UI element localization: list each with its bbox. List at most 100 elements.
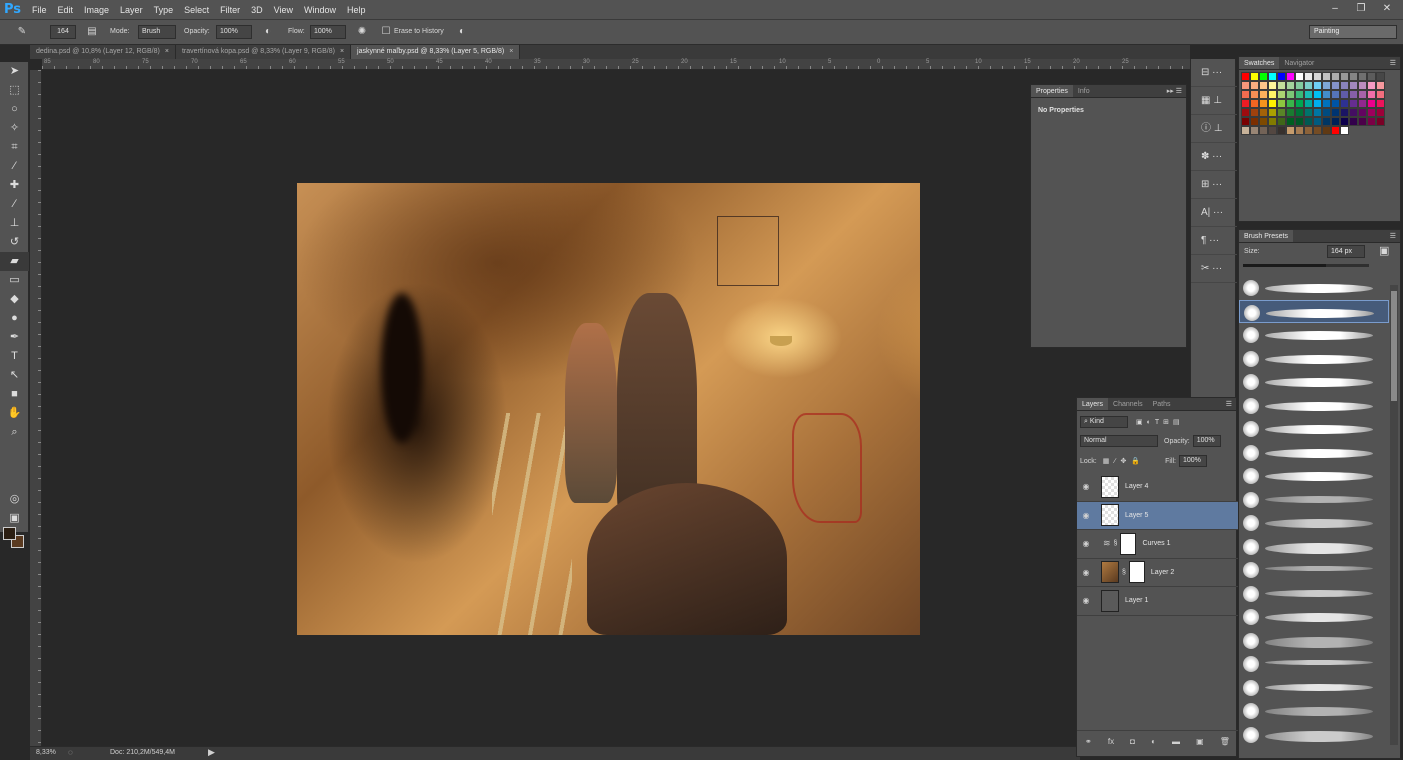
- swatch[interactable]: [1286, 108, 1295, 117]
- swatch[interactable]: [1358, 117, 1367, 126]
- zoom-level[interactable]: 8,33%: [36, 749, 56, 756]
- menu-filter[interactable]: Filter: [220, 5, 240, 15]
- swatch[interactable]: [1322, 72, 1331, 81]
- swatch[interactable]: [1331, 99, 1340, 108]
- swatch[interactable]: [1358, 72, 1367, 81]
- screen-mode-icon[interactable]: ▣: [0, 509, 29, 528]
- layer-mask-thumbnail[interactable]: [1120, 532, 1137, 555]
- swatch[interactable]: [1241, 117, 1250, 126]
- hand-tool-icon[interactable]: ✋: [0, 404, 29, 423]
- swatch[interactable]: [1349, 72, 1358, 81]
- swatch[interactable]: [1259, 117, 1268, 126]
- document-tab[interactable]: dedina.psd @ 10,8% (Layer 12, RGB/8) ×: [30, 45, 176, 59]
- swatch[interactable]: [1349, 99, 1358, 108]
- document-tab[interactable]: travertínová kopa.psd @ 8,33% (Layer 9, …: [175, 45, 352, 59]
- menu-help[interactable]: Help: [347, 5, 366, 15]
- eraser-tool-icon[interactable]: ▰: [0, 252, 29, 271]
- swatch[interactable]: [1241, 99, 1250, 108]
- swatch[interactable]: [1304, 99, 1313, 108]
- swatch[interactable]: [1340, 72, 1349, 81]
- quick-mask-icon[interactable]: ◎: [0, 490, 29, 509]
- brush-size-slider[interactable]: [1243, 264, 1369, 267]
- panel-menu-icon[interactable]: ☰: [1226, 398, 1236, 410]
- pressure-size-icon[interactable]: ◐: [454, 25, 470, 39]
- swatch[interactable]: [1304, 117, 1313, 126]
- swatch[interactable]: [1313, 72, 1322, 81]
- paragraph-icon[interactable]: ¶ ···: [1191, 227, 1237, 255]
- restore-button[interactable]: ❐: [1351, 2, 1371, 16]
- rectangle-tool-icon[interactable]: ■: [0, 385, 29, 404]
- marquee-tool-icon[interactable]: ⬚: [0, 81, 29, 100]
- brush-preset-selected[interactable]: [1239, 299, 1389, 323]
- brush-preset[interactable]: [1239, 488, 1389, 512]
- airbrush-icon[interactable]: ✺: [354, 25, 370, 39]
- layer-row[interactable]: ◉ Layer 1: [1077, 587, 1238, 616]
- brush-preset[interactable]: [1239, 323, 1389, 347]
- menu-image[interactable]: Image: [84, 5, 109, 15]
- swatch[interactable]: [1304, 108, 1313, 117]
- clone-stamp-tool-icon[interactable]: ⊥: [0, 214, 29, 233]
- swatch[interactable]: [1250, 81, 1259, 90]
- add-mask-icon[interactable]: ◘: [1130, 737, 1135, 746]
- brush-preset-picker[interactable]: 164: [50, 25, 76, 39]
- adjustment-layer-icon[interactable]: ◐: [1151, 737, 1156, 746]
- swatch[interactable]: [1286, 72, 1295, 81]
- swatch[interactable]: [1268, 81, 1277, 90]
- menu-edit[interactable]: Edit: [58, 5, 74, 15]
- swatch[interactable]: [1322, 117, 1331, 126]
- close-tab-icon[interactable]: ×: [509, 48, 513, 55]
- swatch[interactable]: [1241, 108, 1250, 117]
- close-tab-icon[interactable]: ×: [340, 48, 344, 55]
- tab-properties[interactable]: Properties: [1031, 85, 1073, 97]
- close-tab-icon[interactable]: ×: [165, 48, 169, 55]
- swatch[interactable]: [1376, 99, 1385, 108]
- swatch[interactable]: [1295, 126, 1304, 135]
- blend-mode-select[interactable]: Normal: [1080, 435, 1158, 447]
- swatch[interactable]: [1322, 99, 1331, 108]
- swatch[interactable]: [1322, 108, 1331, 117]
- brush-preset[interactable]: [1239, 676, 1389, 700]
- swatch[interactable]: [1367, 117, 1376, 126]
- swatch[interactable]: [1268, 117, 1277, 126]
- link-layers-icon[interactable]: ⚭: [1085, 737, 1092, 746]
- blur-tool-icon[interactable]: ◆: [0, 290, 29, 309]
- swatch[interactable]: [1241, 81, 1250, 90]
- clone-source-icon[interactable]: ⊞ ···: [1191, 171, 1237, 199]
- status-menu-arrow-icon[interactable]: ▶: [208, 747, 215, 758]
- menu-3d[interactable]: 3D: [251, 5, 263, 15]
- swatch[interactable]: [1376, 117, 1385, 126]
- swatch[interactable]: [1349, 81, 1358, 90]
- layer-style-icon[interactable]: fx: [1108, 737, 1114, 746]
- filter-icons[interactable]: ▣◐T⊞▤: [1136, 418, 1184, 426]
- swatch[interactable]: [1322, 81, 1331, 90]
- history-icon[interactable]: ⊟ ···: [1191, 59, 1237, 87]
- swatch[interactable]: [1331, 90, 1340, 99]
- layer-row[interactable]: ◉ ≋ § Curves 1: [1077, 530, 1238, 559]
- visibility-eye-icon[interactable]: ◉: [1077, 568, 1095, 577]
- swatch[interactable]: [1268, 99, 1277, 108]
- swatch[interactable]: [1286, 81, 1295, 90]
- brush-preset[interactable]: [1239, 511, 1389, 535]
- swatch[interactable]: [1340, 126, 1349, 135]
- swatch[interactable]: [1331, 72, 1340, 81]
- brush-preset[interactable]: [1239, 558, 1389, 582]
- swatch[interactable]: [1313, 108, 1322, 117]
- new-layer-icon[interactable]: ▣: [1196, 737, 1204, 746]
- history-brush-tool-icon[interactable]: ↺: [0, 233, 29, 252]
- swatch[interactable]: [1358, 99, 1367, 108]
- brush-preset[interactable]: [1239, 347, 1389, 371]
- swatch[interactable]: [1259, 108, 1268, 117]
- scroll-thumb[interactable]: [1391, 291, 1397, 401]
- swatch[interactable]: [1340, 117, 1349, 126]
- brush-size-field[interactable]: 164 px: [1327, 245, 1365, 258]
- zoom-tool-icon[interactable]: ⌕: [0, 423, 29, 442]
- swatch[interactable]: [1259, 81, 1268, 90]
- layer-filter-select[interactable]: ⌕ Kind: [1080, 416, 1128, 428]
- swatch[interactable]: [1259, 99, 1268, 108]
- type-tool-icon[interactable]: T: [0, 347, 29, 366]
- swatch[interactable]: [1349, 108, 1358, 117]
- new-group-icon[interactable]: ▬: [1172, 737, 1180, 746]
- brush-preset[interactable]: [1239, 699, 1389, 723]
- swatch[interactable]: [1286, 90, 1295, 99]
- swatch[interactable]: [1286, 117, 1295, 126]
